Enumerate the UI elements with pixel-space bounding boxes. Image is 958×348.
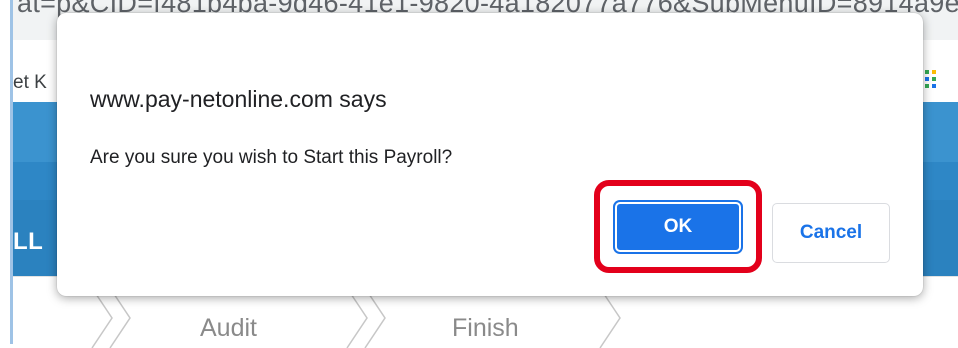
left-margin <box>0 0 10 344</box>
step-finish[interactable]: Finish <box>452 314 519 343</box>
step-chevron-icon <box>109 288 131 348</box>
cancel-button[interactable]: Cancel <box>772 203 890 263</box>
step-chevron-icon <box>364 288 386 348</box>
step-audit[interactable]: Audit <box>200 314 257 343</box>
step-chevron-icon <box>599 288 621 348</box>
bookmark-item[interactable]: et K <box>13 72 47 94</box>
confirm-dialog: www.pay-netonline.com says Are you sure … <box>57 13 923 296</box>
nav-payroll-label[interactable]: LL <box>13 228 43 256</box>
dialog-message: Are you sure you wish to Start this Payr… <box>90 147 453 168</box>
ok-button[interactable]: OK <box>615 202 741 252</box>
dialog-title: www.pay-netonline.com says <box>90 86 387 112</box>
